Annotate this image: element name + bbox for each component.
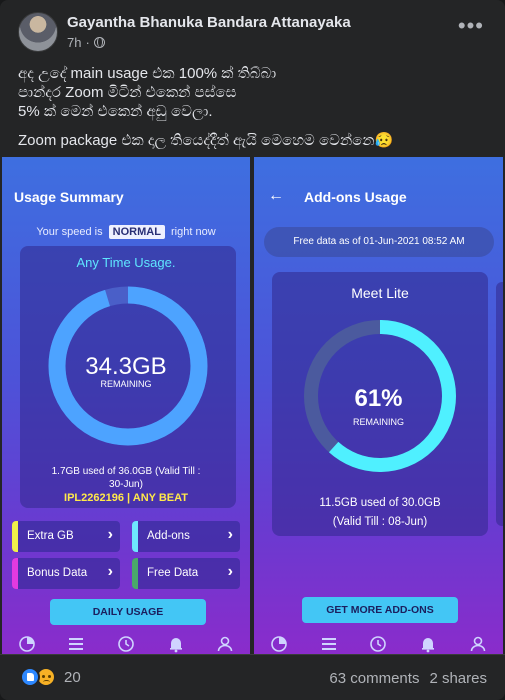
tile-add-ons[interactable]: Add-ons › <box>132 521 240 552</box>
tile-strip <box>132 558 138 589</box>
like-reaction-icon <box>20 667 40 687</box>
app-bar: ← Add-ons Usage <box>254 157 503 215</box>
post-header: Gayantha Bhanuka Bandara Attanayaka 7h ·… <box>18 12 488 56</box>
shares-link[interactable]: 2 shares <box>429 670 487 687</box>
speed-prefix: Your speed is <box>36 226 103 238</box>
any-time-label: Any Time Usage. <box>76 255 176 270</box>
add-ons-usage-screenshot[interactable]: ← Add-ons Usage Free data as of 01-Jun-2… <box>254 157 503 654</box>
tile-label: Free Data <box>147 567 199 579</box>
bottom-nav <box>254 633 503 654</box>
tile-label: Extra GB <box>27 530 74 542</box>
post-line: Zoom package එක දාල තියෙද්දීත් ඇයි මෙහෙම… <box>18 132 394 149</box>
globe-icon <box>93 37 105 48</box>
account-label: IPL2262196 | ANY BEAT <box>64 492 188 504</box>
tile-strip <box>12 558 18 589</box>
post-time[interactable]: 7h <box>67 35 81 50</box>
chevron-right-icon: › <box>227 526 233 543</box>
more-horizontal-icon[interactable]: ••• <box>458 15 484 37</box>
usage-details: 1.7GB used of 36.0GB (Valid Till : 30-Ju… <box>2 465 250 491</box>
pie-chart-icon[interactable] <box>18 635 36 653</box>
facebook-post: Gayantha Bhanuka Bandara Attanayaka 7h ·… <box>0 0 505 700</box>
screen-title: Add-ons Usage <box>304 189 407 205</box>
meta-separator: · <box>85 35 90 50</box>
comments-link[interactable]: 63 comments <box>329 670 419 687</box>
percent-value: 61% <box>354 385 403 412</box>
user-icon[interactable] <box>216 635 234 653</box>
card-title: Meet Lite <box>351 285 409 301</box>
remaining-label: REMAINING <box>100 379 152 389</box>
speed-suffix: right now <box>171 226 216 238</box>
usage-line: 30-Jun) <box>109 479 143 490</box>
bell-icon[interactable] <box>167 635 185 653</box>
tile-label: Bonus Data <box>27 567 88 579</box>
chevron-right-icon: › <box>107 563 113 580</box>
list-icon[interactable] <box>320 635 338 653</box>
tile-strip <box>12 521 18 552</box>
tile-extra-gb[interactable]: Extra GB › <box>12 521 120 552</box>
usage-line: 11.5GB used of 30.0GB <box>319 497 441 509</box>
usage-details: 11.5GB used of 30.0GB (Valid Till : 08-J… <box>272 494 488 532</box>
post-images[interactable]: Usage Summary Your speed is NORMAL right… <box>2 157 503 654</box>
engagement: 63 comments 2 shares <box>329 670 487 687</box>
bottom-nav <box>2 633 250 654</box>
usage-line: 1.7GB used of 36.0GB (Valid Till : <box>51 466 201 477</box>
pie-chart-icon[interactable] <box>270 635 288 653</box>
post-line: 5% ක් මෙන් එකෙන් අඩු වෙලා. <box>18 103 213 120</box>
chevron-right-icon: › <box>227 563 233 580</box>
daily-usage-button[interactable]: DAILY USAGE <box>50 599 206 625</box>
author-avatar[interactable] <box>18 12 58 52</box>
tile-strip <box>132 521 138 552</box>
tile-bonus-data[interactable]: Bonus Data › <box>12 558 120 589</box>
app-bar: Usage Summary <box>2 157 250 215</box>
history-icon[interactable] <box>369 635 387 653</box>
reaction-count[interactable]: 20 <box>64 669 81 686</box>
reactions[interactable]: 20 <box>20 667 81 687</box>
usage-line: (Valid Till : 08-Jun) <box>332 516 428 528</box>
post-line: පාන්දර Zoom මිටින් එකෙන් පස්සෙ <box>18 84 237 101</box>
speed-badge: NORMAL <box>108 225 165 239</box>
list-icon[interactable] <box>67 635 85 653</box>
screen-title: Usage Summary <box>14 189 124 205</box>
remaining-label: REMAINING <box>352 417 404 427</box>
usage-summary-screenshot[interactable]: Usage Summary Your speed is NORMAL right… <box>2 157 250 654</box>
tile-free-data[interactable]: Free Data › <box>132 558 240 589</box>
post-footer: 20 63 comments 2 shares <box>0 654 505 700</box>
speed-indicator: Your speed is NORMAL right now <box>2 225 250 239</box>
bell-icon[interactable] <box>419 635 437 653</box>
history-icon[interactable] <box>117 635 135 653</box>
free-data-banner: Free data as of 01-Jun-2021 08:52 AM <box>264 227 494 257</box>
back-arrow-icon[interactable]: ← <box>268 187 284 205</box>
user-icon[interactable] <box>469 635 487 653</box>
author-name[interactable]: Gayantha Bhanuka Bandara Attanayaka <box>67 14 351 31</box>
get-more-add-ons-button[interactable]: GET MORE ADD-ONS <box>302 597 458 623</box>
post-text: අද උදේ main usage එක 100% ක් තිබ්බා පාන්… <box>18 64 488 150</box>
remaining-value: 34.3GB <box>85 353 167 380</box>
tile-label: Add-ons <box>147 530 190 542</box>
post-meta: 7h · <box>67 35 105 50</box>
chevron-right-icon: › <box>107 526 113 543</box>
post-line: අද උදේ main usage එක 100% ක් තිබ්බා <box>18 65 277 82</box>
